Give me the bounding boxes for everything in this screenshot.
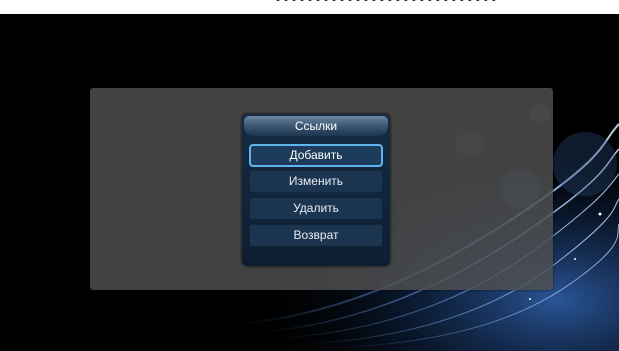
- cropped-header-fragment: [276, 0, 496, 7]
- menu-item-return[interactable]: Возврат: [250, 225, 382, 246]
- menu-item-edit[interactable]: Изменить: [250, 171, 382, 192]
- top-cropped-area: [0, 0, 619, 14]
- dialog-title: Ссылки: [244, 116, 388, 136]
- menu-item-delete[interactable]: Удалить: [250, 198, 382, 219]
- links-menu-dialog: Ссылки Добавить Изменить Удалить Возврат: [242, 114, 390, 266]
- menu-item-add[interactable]: Добавить: [249, 144, 383, 167]
- tv-screen: Ссылки Добавить Изменить Удалить Возврат: [0, 14, 619, 351]
